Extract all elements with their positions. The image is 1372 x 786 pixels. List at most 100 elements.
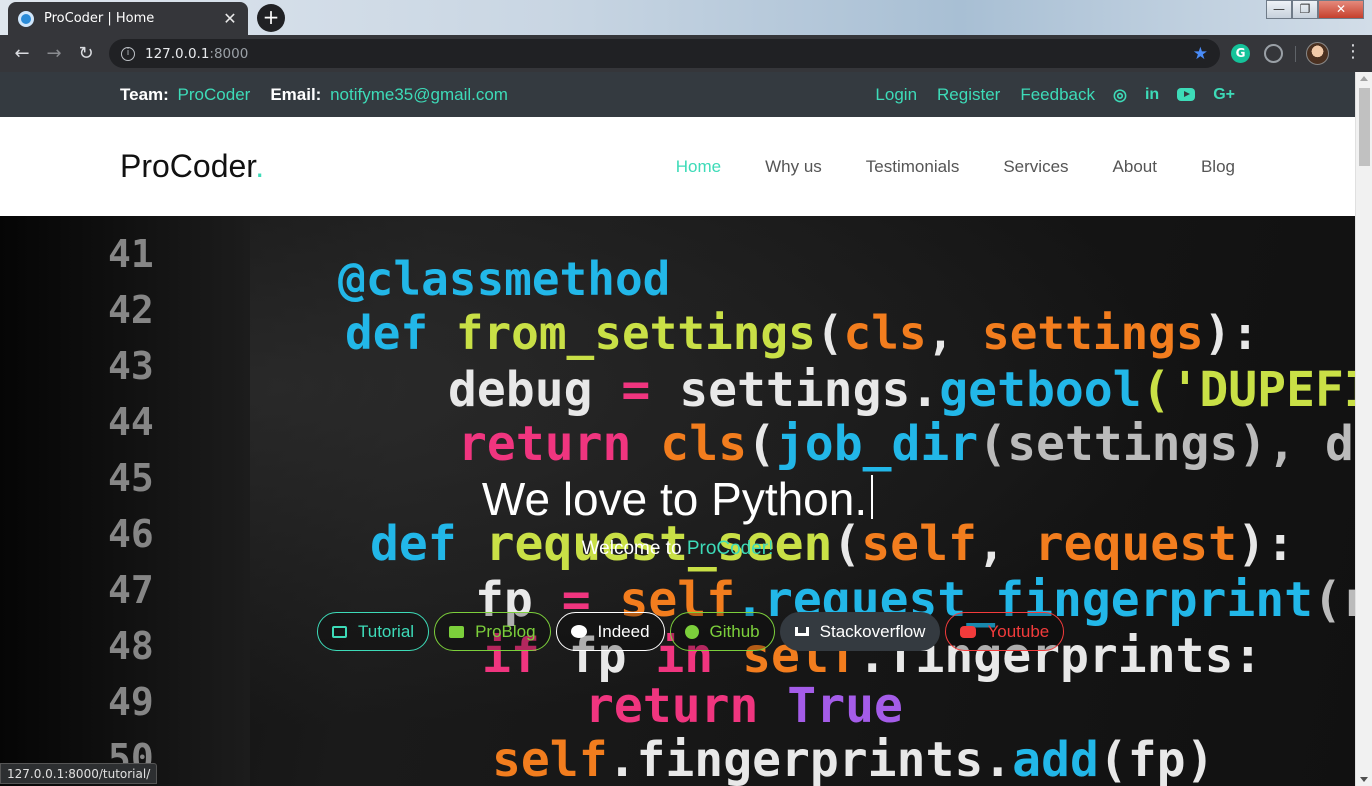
code-token: (settings), debug) [978, 416, 1355, 472]
maximize-button[interactable]: ❐ [1292, 0, 1318, 19]
brand-logo[interactable]: ProCoder. [120, 148, 264, 185]
scroll-up-arrow-icon[interactable] [1360, 76, 1368, 81]
code-token: job_dir [775, 416, 979, 472]
book-icon [332, 625, 347, 638]
nav-item-home[interactable]: Home [676, 157, 721, 177]
contact-topbar: Team: ProCoder Email: notifyme35@gmail.c… [0, 72, 1355, 117]
code-token: settings. [679, 362, 940, 418]
team-label: Team: [120, 84, 169, 104]
email-label: Email: [270, 84, 322, 104]
back-arrow-icon[interactable]: ← [6, 43, 38, 64]
line-number: 44 [108, 400, 154, 444]
nav-item-blog[interactable]: Blog [1201, 157, 1235, 177]
hero-title-text: We love to Python. [481, 473, 868, 525]
code-token: cls [660, 416, 747, 472]
code-token: add [1012, 732, 1099, 786]
toolbar-divider [1295, 46, 1296, 62]
github-label: Github [709, 621, 760, 641]
browser-menu-icon[interactable]: ⋮ [1344, 41, 1362, 62]
address-url[interactable]: 127.0.0.1:8000 [145, 46, 1193, 62]
code-token: .fingerprints. [607, 732, 1013, 786]
line-number: 41 [108, 232, 154, 276]
login-link[interactable]: Login [875, 85, 917, 105]
bookmark-star-icon[interactable]: ★ [1193, 44, 1208, 64]
code-token: def [345, 306, 456, 360]
tab-title: ProCoder | Home [44, 11, 155, 26]
problog-label: ProBlog [475, 621, 536, 641]
hero-section: 41 42 43 44 45 46 47 48 49 50 @classmeth… [0, 216, 1355, 786]
code-token: , [926, 306, 982, 360]
comments-icon [570, 625, 587, 638]
youtube-label: Youtube [987, 621, 1050, 641]
new-tab-button[interactable]: + [257, 4, 285, 32]
linkedin-icon[interactable]: in [1145, 86, 1159, 104]
nav-item-why-us[interactable]: Why us [765, 157, 822, 177]
nav-menu: Home Why us Testimonials Services About … [632, 157, 1235, 177]
code-token: ('DUPEFILTER_DEBUG') [1141, 362, 1355, 418]
register-link[interactable]: Register [937, 85, 1000, 105]
line-number: 47 [108, 568, 154, 612]
forward-arrow-icon[interactable]: → [38, 43, 70, 64]
stackoverflow-label: Stackoverflow [819, 621, 926, 641]
address-bar[interactable]: i 127.0.0.1:8000 ★ [109, 39, 1220, 68]
browser-tab-active[interactable]: ProCoder | Home ✕ [8, 2, 248, 35]
code-token: settings [982, 306, 1204, 360]
code-line: def from_settings(cls, settings): [345, 306, 1259, 360]
code-token: return [458, 416, 661, 472]
minimize-button[interactable]: — [1266, 0, 1292, 19]
feedback-link[interactable]: Feedback [1020, 85, 1095, 105]
code-line: @classmethod [338, 252, 670, 306]
page-scrollbar[interactable] [1355, 72, 1372, 786]
nav-item-testimonials[interactable]: Testimonials [866, 157, 960, 177]
site-info-icon[interactable]: i [121, 46, 135, 61]
main-navbar: ProCoder. Home Why us Testimonials Servi… [0, 117, 1355, 216]
tab-close-icon[interactable]: ✕ [222, 9, 238, 28]
indeed-button[interactable]: Indeed [555, 612, 665, 651]
google-plus-icon[interactable]: G+ [1213, 86, 1235, 104]
scrollbar-thumb[interactable] [1359, 88, 1370, 166]
code-token: getbool [939, 362, 1142, 418]
grammarly-extension-icon[interactable]: G [1231, 44, 1250, 63]
browser-toolbar: ← → ↻ i 127.0.0.1:8000 ★ G ⋮ [0, 35, 1372, 72]
tutorial-label: Tutorial [358, 621, 415, 641]
indeed-label: Indeed [597, 621, 650, 641]
code-token: = [621, 362, 680, 418]
stackoverflow-icon [794, 627, 809, 636]
code-token: (fp) [1098, 732, 1215, 786]
reload-icon[interactable]: ↻ [70, 43, 102, 64]
web-page: Team: ProCoder Email: notifyme35@gmail.c… [0, 72, 1355, 786]
url-host: 127.0.0.1 [145, 45, 210, 62]
line-number: 49 [108, 680, 154, 724]
code-token: (request) [1313, 572, 1355, 628]
line-number: 48 [108, 624, 154, 668]
window-controls: — ❐ ✕ [1266, 0, 1364, 19]
code-token: True [787, 678, 903, 734]
github-button[interactable]: Github [669, 612, 775, 651]
team-info: Team: ProCoder [120, 85, 250, 105]
typing-caret [871, 475, 874, 519]
hero-title: We love to Python. [0, 472, 1355, 526]
nav-item-about[interactable]: About [1113, 157, 1157, 177]
browser-titlebar: ProCoder | Home ✕ + — ❐ ✕ [0, 0, 1372, 35]
youtube-button[interactable]: Youtube [945, 612, 1065, 651]
github-icon[interactable]: ◎ [1113, 85, 1127, 105]
tutorial-button[interactable]: Tutorial [317, 612, 430, 651]
stackoverflow-button[interactable]: Stackoverflow [779, 612, 941, 651]
blog-icon [449, 625, 465, 638]
code-token: from_settings [455, 306, 816, 360]
close-window-button[interactable]: ✕ [1318, 0, 1364, 19]
hero-subtitle-prefix: Welcome to [581, 538, 687, 559]
github-icon [684, 624, 699, 639]
profile-avatar[interactable] [1306, 42, 1329, 65]
nav-item-services[interactable]: Services [1003, 157, 1068, 177]
code-token: debug [448, 362, 622, 418]
youtube-icon[interactable] [1177, 88, 1196, 101]
code-token: cls [843, 306, 927, 360]
code-line: self.fingerprints.add(fp) [492, 732, 1214, 786]
youtube-icon [960, 625, 977, 638]
problog-button[interactable]: ProBlog [434, 612, 551, 651]
extension-icon[interactable] [1264, 44, 1283, 63]
scroll-down-arrow-icon[interactable] [1360, 777, 1368, 782]
email-value[interactable]: notifyme35@gmail.com [330, 85, 508, 104]
hero-button-row: Tutorial ProBlog Indeed Github Stackover… [317, 612, 1069, 651]
